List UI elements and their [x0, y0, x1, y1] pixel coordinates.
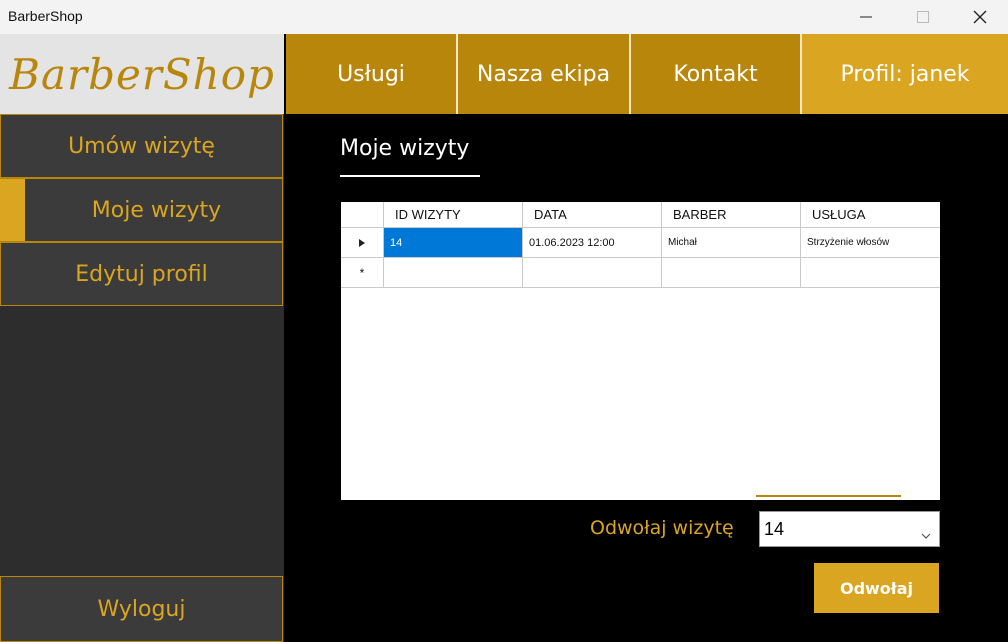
nav-nasza-ekipa[interactable]: Nasza ekipa: [458, 34, 629, 114]
column-header[interactable]: BARBER: [662, 202, 801, 228]
logo-text: BarberShop: [9, 49, 275, 99]
cell-id[interactable]: 14: [384, 228, 523, 258]
sidebar-item-umow-wizyte[interactable]: Umów wizytę: [0, 114, 283, 178]
cell-empty[interactable]: [523, 258, 662, 288]
grid-header: ID WIZYTY DATA BARBER USŁUGA: [341, 202, 940, 228]
sidebar-item-edytuj-profil[interactable]: Edytuj profil: [0, 242, 283, 306]
cell-empty[interactable]: [384, 258, 523, 288]
nav-uslugi[interactable]: Usługi: [286, 34, 456, 114]
current-row-icon: [341, 228, 384, 258]
table-row[interactable]: 14 01.06.2023 12:00 Michał Strzyżenie wł…: [341, 228, 940, 258]
maximize-icon[interactable]: [895, 0, 951, 34]
nav-uslugi-label: Usługi: [337, 61, 405, 87]
page-title: Moje wizyty: [340, 136, 470, 161]
cell-empty[interactable]: [801, 258, 940, 288]
visit-id-selected: 14: [764, 518, 785, 539]
column-header[interactable]: ID WIZYTY: [384, 202, 523, 228]
logout-label: Wyloguj: [97, 596, 186, 622]
nav-ekipa-label: Nasza ekipa: [476, 61, 611, 87]
nav-kontakt[interactable]: Kontakt: [631, 34, 800, 114]
nav-profil[interactable]: Profil: janek: [802, 34, 1008, 114]
new-row-marker: *: [341, 258, 384, 288]
cancel-visit-button[interactable]: Odwołaj: [814, 563, 939, 613]
title-bar: BarberShop: [0, 0, 1008, 34]
cancel-visit-label: Odwołaj wizytę: [590, 517, 734, 539]
logout-button[interactable]: Wyloguj: [0, 576, 283, 642]
active-indicator: [0, 179, 25, 241]
nav-kontakt-label: Kontakt: [673, 61, 758, 87]
sidebar: Umów wizytę Moje wizyty Edytuj profil Wy…: [0, 114, 284, 642]
sidebar-item-label: Moje wizyty: [91, 197, 222, 223]
sidebar-item-label: Edytuj profil: [75, 261, 208, 287]
cell-empty[interactable]: [662, 258, 801, 288]
column-header[interactable]: USŁUGA: [801, 202, 940, 228]
close-icon[interactable]: [952, 0, 1008, 34]
cell-data[interactable]: 01.06.2023 12:00: [523, 228, 662, 258]
sidebar-item-label: Umów wizytę: [68, 133, 215, 159]
appointments-grid[interactable]: ID WIZYTY DATA BARBER USŁUGA 14 01.06.20…: [341, 202, 940, 500]
cancel-button-label: Odwołaj: [839, 578, 914, 598]
minimize-icon[interactable]: [838, 0, 894, 34]
sidebar-item-moje-wizyty[interactable]: Moje wizyty: [0, 178, 283, 242]
cell-barber[interactable]: Michał: [662, 228, 801, 258]
nav-profil-label: Profil: janek: [840, 61, 970, 87]
decorative-line: [756, 495, 901, 497]
window-title: BarberShop: [8, 8, 83, 24]
cell-usluga[interactable]: Strzyżenie włosów: [801, 228, 940, 258]
new-row[interactable]: *: [341, 258, 940, 288]
title-underline: [340, 175, 480, 177]
app-logo: BarberShop: [0, 34, 284, 114]
row-header-corner: [341, 202, 384, 228]
column-header[interactable]: DATA: [523, 202, 662, 228]
chevron-down-icon[interactable]: [921, 524, 931, 545]
visit-id-select[interactable]: 14: [759, 511, 940, 547]
